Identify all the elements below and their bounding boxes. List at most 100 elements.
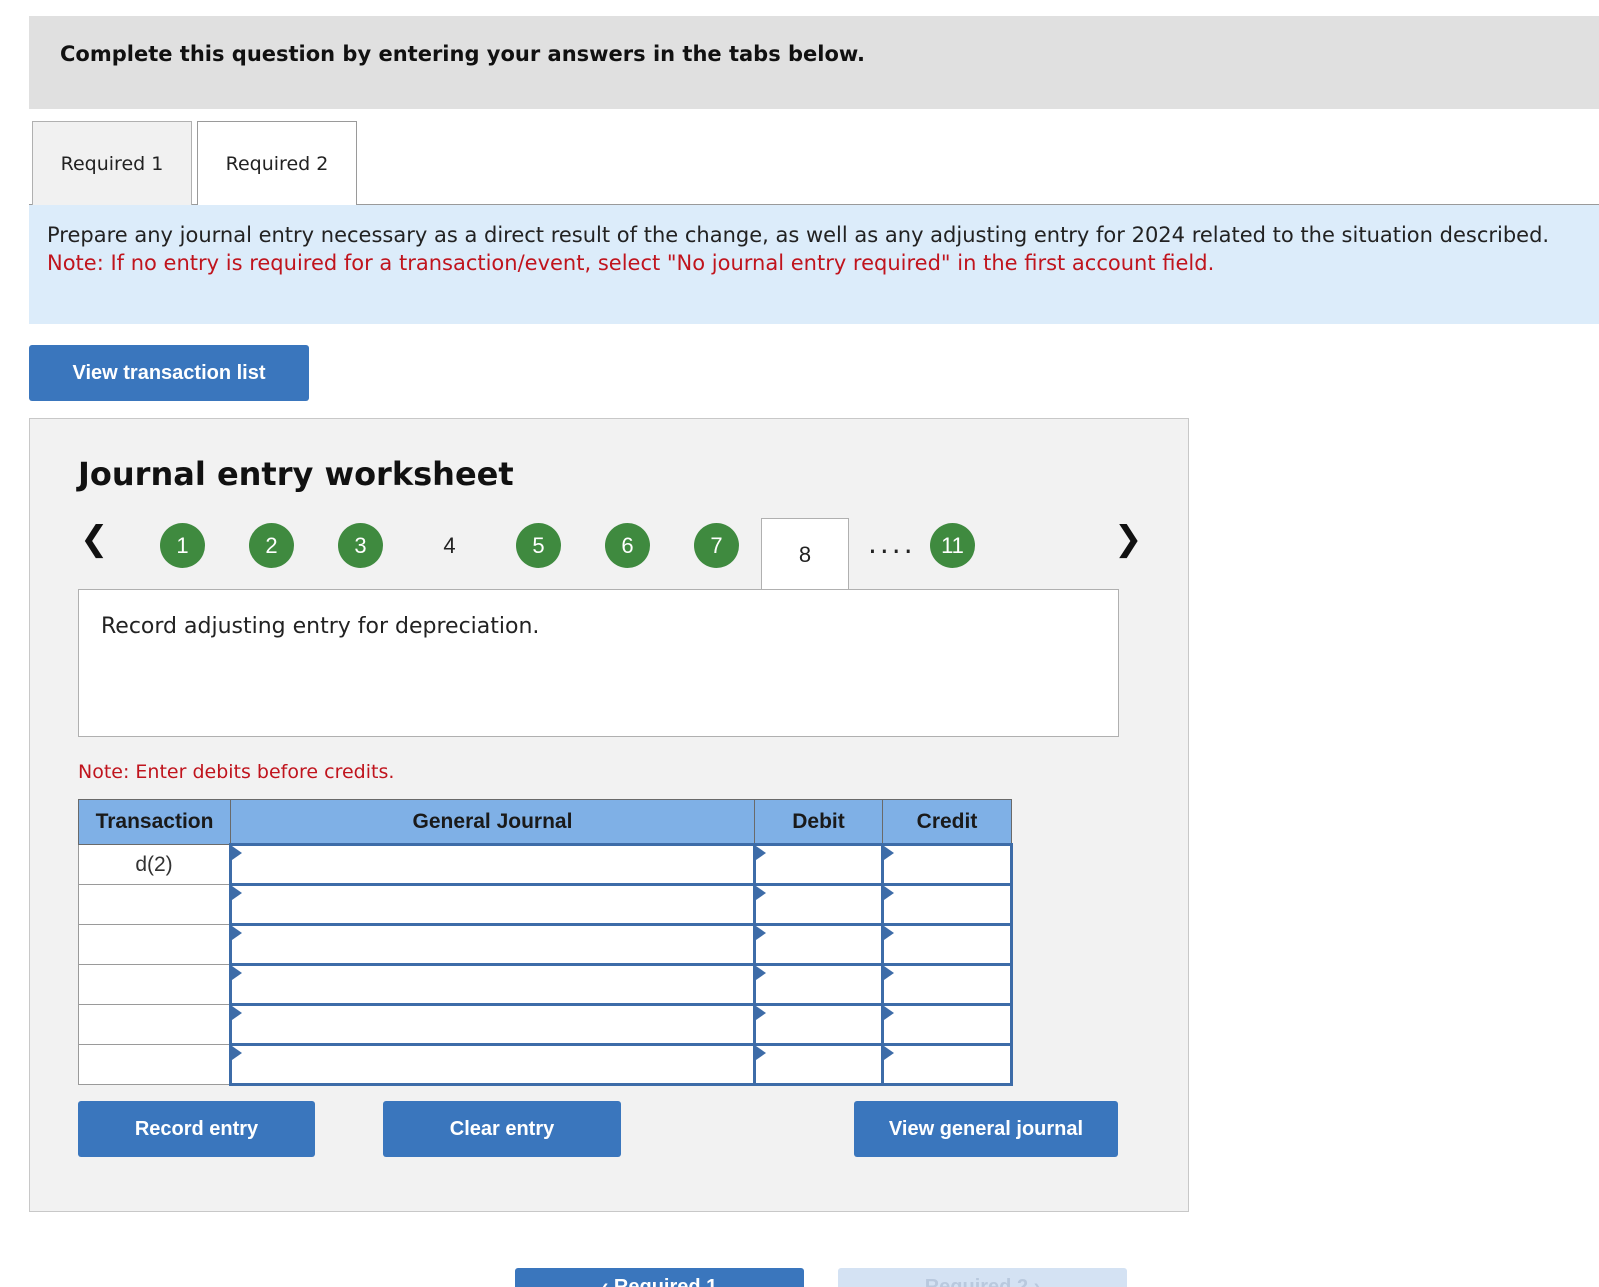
dropdown-indicator-icon: [756, 926, 766, 940]
credit-input[interactable]: [884, 1046, 1010, 1083]
transaction-cell: [78, 924, 231, 965]
account-field[interactable]: [229, 1043, 756, 1086]
table-row: d(2): [78, 843, 1013, 886]
dropdown-indicator-icon: [232, 966, 242, 980]
instructions-note: Note: If no entry is required for a tran…: [47, 251, 1215, 275]
dropdown-indicator-icon: [756, 1046, 766, 1060]
table-row: [78, 1043, 1013, 1086]
debit-field[interactable]: [753, 1043, 884, 1086]
dropdown-indicator-icon: [756, 846, 766, 860]
step-8-current[interactable]: 8: [761, 518, 849, 591]
step-6[interactable]: 6: [605, 523, 650, 568]
account-input[interactable]: [232, 926, 753, 963]
account-field[interactable]: [229, 963, 756, 1006]
record-entry-button[interactable]: Record entry: [78, 1101, 315, 1157]
transaction-cell: [78, 964, 231, 1005]
next-required-button[interactable]: Required 2 ›: [838, 1268, 1127, 1287]
table-row: [78, 923, 1013, 966]
tab-bar: Required 1 Required 2: [29, 121, 1599, 206]
dropdown-indicator-icon: [756, 966, 766, 980]
dropdown-indicator-icon: [232, 926, 242, 940]
step-3[interactable]: 3: [338, 523, 383, 568]
entry-prompt-text: Record adjusting entry for depreciation.: [101, 614, 540, 639]
transaction-cell: [78, 1044, 231, 1085]
credit-field[interactable]: [881, 1043, 1013, 1086]
credit-field[interactable]: [881, 963, 1013, 1006]
chevron-left-icon[interactable]: ❮: [80, 519, 109, 559]
dropdown-indicator-icon: [232, 1046, 242, 1060]
instructions-panel: Prepare any journal entry necessary as a…: [29, 205, 1599, 324]
debit-input[interactable]: [756, 1046, 881, 1083]
account-input[interactable]: [232, 886, 753, 923]
credit-input[interactable]: [884, 886, 1010, 923]
column-header-general-journal: General Journal: [230, 799, 755, 845]
clear-entry-button[interactable]: Clear entry: [383, 1101, 621, 1157]
debit-field[interactable]: [753, 923, 884, 966]
steps-ellipsis: ....: [868, 527, 916, 560]
view-transaction-list-button[interactable]: View transaction list: [29, 345, 309, 401]
tab-required-2[interactable]: Required 2: [197, 121, 357, 206]
dropdown-indicator-icon: [756, 886, 766, 900]
credit-field[interactable]: [881, 923, 1013, 966]
dropdown-indicator-icon: [884, 886, 894, 900]
account-field[interactable]: [229, 883, 756, 926]
debit-input[interactable]: [756, 966, 881, 1003]
account-field[interactable]: [229, 923, 756, 966]
dropdown-indicator-icon: [232, 1006, 242, 1020]
dropdown-indicator-icon: [232, 846, 242, 860]
step-4[interactable]: 4: [427, 523, 472, 568]
column-header-debit: Debit: [754, 799, 883, 845]
debit-field[interactable]: [753, 883, 884, 926]
debit-input[interactable]: [756, 886, 881, 923]
credit-input[interactable]: [884, 846, 1010, 883]
view-general-journal-button[interactable]: View general journal: [854, 1101, 1118, 1157]
credit-input[interactable]: [884, 966, 1010, 1003]
dropdown-indicator-icon: [232, 886, 242, 900]
previous-required-button[interactable]: ‹ Required 1: [515, 1268, 804, 1287]
account-field[interactable]: [229, 1003, 756, 1046]
worksheet-title: Journal entry worksheet: [78, 455, 514, 493]
transaction-cell: [78, 1004, 231, 1045]
step-5[interactable]: 5: [516, 523, 561, 568]
question-header: Complete this question by entering your …: [29, 16, 1599, 109]
column-header-transaction: Transaction: [78, 799, 231, 845]
account-input[interactable]: [232, 1006, 753, 1043]
account-input[interactable]: [232, 846, 753, 883]
transaction-cell: d(2): [78, 844, 231, 885]
debit-field[interactable]: [753, 843, 884, 886]
credit-field[interactable]: [881, 1003, 1013, 1046]
table-row: [78, 883, 1013, 926]
tab-required-1[interactable]: Required 1: [32, 121, 192, 205]
credit-field[interactable]: [881, 843, 1013, 886]
credit-field[interactable]: [881, 883, 1013, 926]
dropdown-indicator-icon: [884, 1046, 894, 1060]
entry-prompt-box: Record adjusting entry for depreciation.: [78, 589, 1119, 737]
dropdown-indicator-icon: [884, 846, 894, 860]
debit-field[interactable]: [753, 963, 884, 1006]
account-input[interactable]: [232, 966, 753, 1003]
credit-input[interactable]: [884, 926, 1010, 963]
dropdown-indicator-icon: [884, 966, 894, 980]
step-11[interactable]: 11: [930, 523, 975, 568]
debit-field[interactable]: [753, 1003, 884, 1046]
credit-input[interactable]: [884, 1006, 1010, 1043]
journal-table: Transaction General Journal Debit Credit…: [78, 799, 1013, 1086]
step-1[interactable]: 1: [160, 523, 205, 568]
transaction-cell: [78, 884, 231, 925]
debit-input[interactable]: [756, 846, 881, 883]
column-header-credit: Credit: [882, 799, 1012, 845]
chevron-right-icon[interactable]: ❯: [1114, 519, 1143, 559]
debits-note: Note: Enter debits before credits.: [78, 761, 395, 783]
debit-input[interactable]: [756, 1006, 881, 1043]
dropdown-indicator-icon: [884, 926, 894, 940]
question-header-title: Complete this question by entering your …: [60, 42, 865, 66]
step-2[interactable]: 2: [249, 523, 294, 568]
account-input[interactable]: [232, 1046, 753, 1083]
step-7[interactable]: 7: [694, 523, 739, 568]
dropdown-indicator-icon: [756, 1006, 766, 1020]
table-row: [78, 1003, 1013, 1046]
debit-input[interactable]: [756, 926, 881, 963]
journal-entry-worksheet: Journal entry worksheet ❮ 1 2 3 4 5 6 7 …: [29, 418, 1189, 1212]
account-field[interactable]: [229, 843, 756, 886]
instructions-text: Prepare any journal entry necessary as a…: [47, 223, 1550, 247]
